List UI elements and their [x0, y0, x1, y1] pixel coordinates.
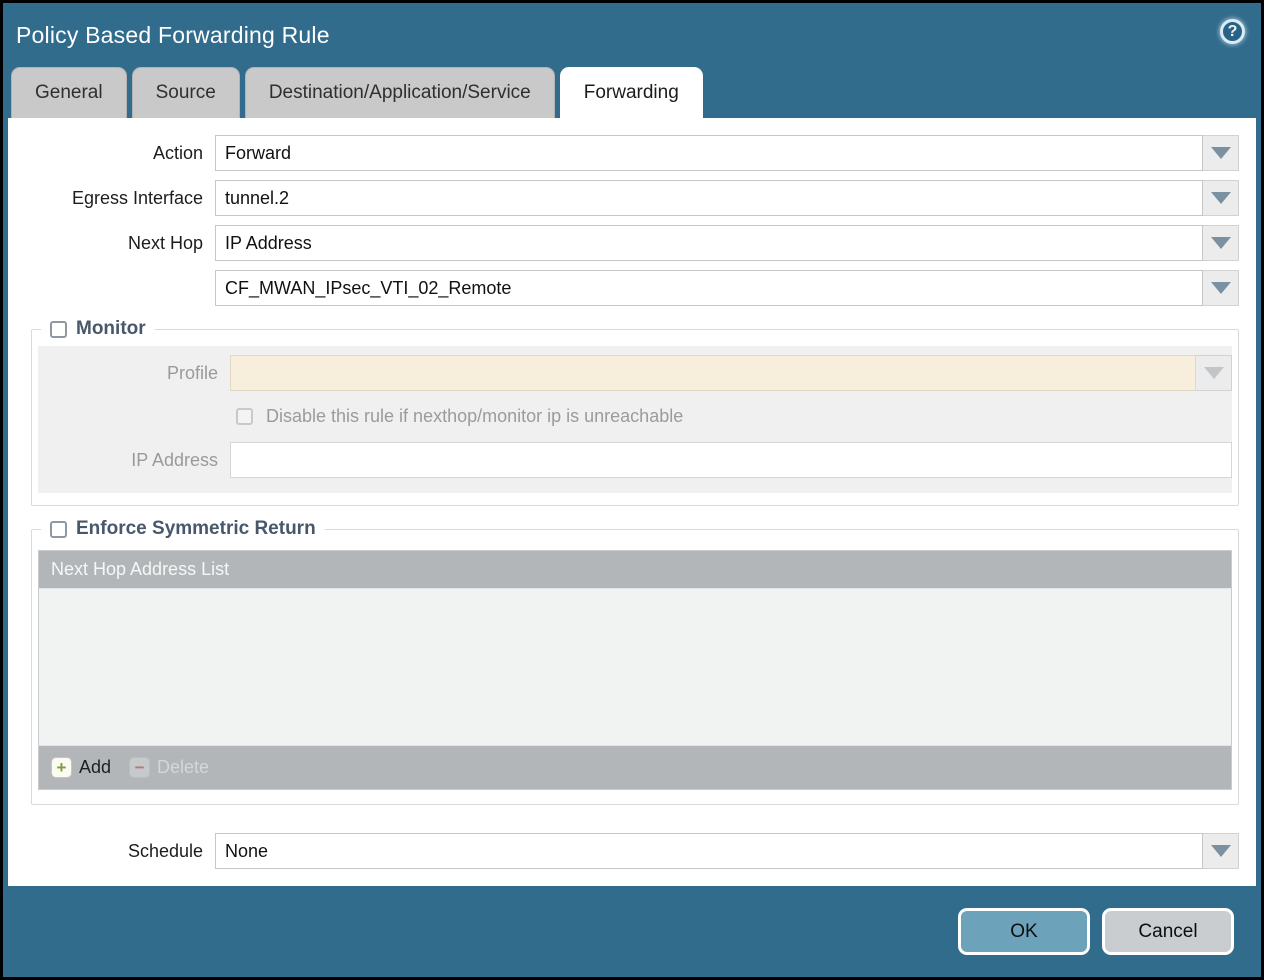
help-icon[interactable]: ? [1220, 19, 1245, 44]
disable-rule-label: Disable this rule if nexthop/monitor ip … [266, 406, 683, 427]
next-hop-address-dropdown-button[interactable] [1203, 270, 1239, 306]
chevron-down-icon [1211, 282, 1231, 294]
next-hop-address-row: CF_MWAN_IPsec_VTI_02_Remote [8, 270, 1239, 306]
profile-dropdown-button [1196, 355, 1232, 391]
schedule-value[interactable]: None [215, 833, 1203, 869]
action-row: Action Forward [8, 135, 1239, 171]
egress-interface-label: Egress Interface [8, 180, 215, 216]
table-toolbar: + Add − Delete [39, 745, 1231, 789]
next-hop-label: Next Hop [8, 225, 215, 261]
tab-forwarding[interactable]: Forwarding [560, 67, 703, 118]
dialog-titlebar: Policy Based Forwarding Rule ? [3, 3, 1261, 67]
dialog-footer: OK Cancel [3, 886, 1261, 977]
add-button[interactable]: + Add [51, 757, 111, 778]
forwarding-tab-panel: Action Forward Egress Interface tunnel.2… [8, 118, 1256, 886]
tab-destination-application-service[interactable]: Destination/Application/Service [245, 67, 555, 118]
monitor-ip-address-value [230, 442, 1232, 478]
schedule-label: Schedule [8, 833, 215, 869]
disable-rule-row: Disable this rule if nexthop/monitor ip … [236, 406, 1232, 427]
delete-button: − Delete [129, 757, 209, 778]
action-dropdown: Forward [215, 135, 1239, 171]
action-dropdown-button[interactable] [1203, 135, 1239, 171]
profile-dropdown [230, 355, 1232, 391]
next-hop-address-dropdown: CF_MWAN_IPsec_VTI_02_Remote [215, 270, 1239, 306]
action-value[interactable]: Forward [215, 135, 1203, 171]
plus-icon: + [51, 757, 72, 778]
monitor-checkbox[interactable] [50, 321, 67, 338]
next-hop-address-value[interactable]: CF_MWAN_IPsec_VTI_02_Remote [215, 270, 1203, 306]
table-header-label: Next Hop Address List [51, 559, 229, 580]
egress-interface-value[interactable]: tunnel.2 [215, 180, 1203, 216]
cancel-button[interactable]: Cancel [1102, 908, 1234, 955]
next-hop-type-dropdown: IP Address [215, 225, 1239, 261]
dialog-title: Policy Based Forwarding Rule [16, 22, 330, 49]
add-button-label: Add [79, 757, 111, 778]
chevron-down-icon [1211, 237, 1231, 249]
monitor-fieldset: Monitor Profile Disable this rule if nex… [31, 329, 1239, 506]
next-hop-dropdown-button[interactable] [1203, 225, 1239, 261]
egress-interface-row: Egress Interface tunnel.2 [8, 180, 1239, 216]
symmetric-return-legend: Enforce Symmetric Return [41, 517, 325, 541]
next-hop-address-label [8, 270, 215, 306]
next-hop-row: Next Hop IP Address [8, 225, 1239, 261]
monitor-title: Monitor [76, 317, 146, 341]
egress-interface-dropdown-button[interactable] [1203, 180, 1239, 216]
profile-value [230, 355, 1196, 391]
pbf-rule-dialog: Policy Based Forwarding Rule ? General S… [0, 0, 1264, 980]
tab-bar: General Source Destination/Application/S… [3, 67, 1261, 118]
schedule-dropdown-button[interactable] [1203, 833, 1239, 869]
symmetric-return-title: Enforce Symmetric Return [76, 517, 316, 541]
profile-label: Profile [38, 355, 230, 391]
chevron-down-icon [1211, 147, 1231, 159]
chevron-down-icon [1211, 192, 1231, 204]
tab-general[interactable]: General [11, 67, 127, 118]
schedule-dropdown: None [215, 833, 1239, 869]
monitor-ip-address-row: IP Address [38, 442, 1232, 478]
disable-rule-checkbox [236, 408, 253, 425]
monitor-legend: Monitor [41, 317, 155, 341]
chevron-down-icon [1204, 367, 1224, 379]
minus-icon: − [129, 757, 150, 778]
table-header: Next Hop Address List [39, 551, 1231, 589]
schedule-row: Schedule None [8, 833, 1239, 869]
chevron-down-icon [1211, 845, 1231, 857]
next-hop-type-value[interactable]: IP Address [215, 225, 1203, 261]
monitor-ip-address-field [230, 442, 1232, 478]
symmetric-return-checkbox[interactable] [50, 521, 67, 538]
tab-source[interactable]: Source [132, 67, 240, 118]
profile-row: Profile [38, 355, 1232, 391]
symmetric-return-fieldset: Enforce Symmetric Return Next Hop Addres… [31, 529, 1239, 805]
ok-button[interactable]: OK [958, 908, 1090, 955]
table-body[interactable] [39, 589, 1231, 745]
next-hop-address-table: Next Hop Address List + Add − Delete [38, 550, 1232, 790]
monitor-body: Profile Disable this rule if nexthop/mon… [38, 346, 1232, 493]
delete-button-label: Delete [157, 757, 209, 778]
egress-interface-dropdown: tunnel.2 [215, 180, 1239, 216]
monitor-ip-address-label: IP Address [38, 442, 230, 478]
action-label: Action [8, 135, 215, 171]
